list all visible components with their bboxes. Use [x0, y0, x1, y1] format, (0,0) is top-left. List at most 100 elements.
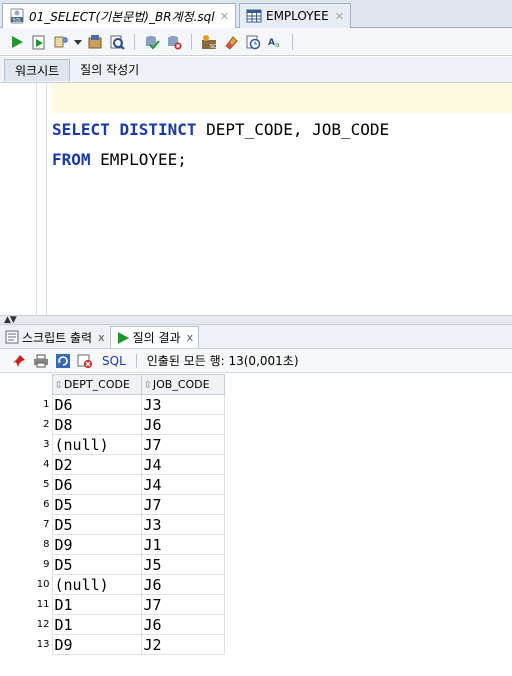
tab-query-result[interactable]: 질의 결과 x: [109, 326, 200, 348]
cell-dept-code[interactable]: (null): [51, 434, 142, 455]
table-row[interactable]: 5 D6 J4: [0, 474, 225, 495]
clear-eraser-icon[interactable]: [222, 33, 240, 51]
sql-file-icon: SQL: [9, 8, 25, 24]
tab-label: EMPLOYEE: [266, 9, 329, 23]
print-icon[interactable]: [32, 352, 50, 370]
cell-dept-code[interactable]: D9: [51, 634, 142, 655]
row-number: 13: [0, 634, 53, 655]
table-row[interactable]: 2 D8 J6: [0, 414, 225, 435]
current-line-highlight: [51, 83, 512, 113]
dropdown-arrow-icon[interactable]: [74, 33, 82, 51]
svg-text:a: a: [275, 41, 279, 49]
tab-label: 질의 결과: [132, 331, 181, 345]
cell-job-code[interactable]: J7: [140, 434, 225, 455]
format-case-icon[interactable]: Aa: [266, 33, 284, 51]
close-icon[interactable]: ✕: [335, 10, 344, 23]
table-row[interactable]: 11 D1 J7: [0, 594, 225, 615]
row-number: 8: [0, 534, 53, 555]
refresh-icon[interactable]: [54, 352, 72, 370]
row-number: 11: [0, 594, 53, 615]
column-header-dept-code[interactable]: ⇳DEPT_CODE: [51, 374, 142, 395]
commit-icon[interactable]: [86, 33, 104, 51]
cell-dept-code[interactable]: D1: [51, 594, 142, 615]
row-number: 7: [0, 514, 53, 535]
cell-job-code[interactable]: J6: [140, 414, 225, 435]
table-row[interactable]: 8 D9 J1: [0, 534, 225, 555]
tab-employee[interactable]: EMPLOYEE ✕: [239, 3, 351, 28]
script-output-icon: [5, 330, 19, 344]
table-row[interactable]: 12 D1 J6: [0, 614, 225, 635]
run-script-icon[interactable]: [30, 33, 48, 51]
keyword: FROM: [52, 150, 91, 169]
sort-icon: ⇳: [143, 380, 152, 391]
autotrace-icon[interactable]: [52, 33, 70, 51]
close-icon[interactable]: x: [98, 331, 105, 344]
column-header-job-code[interactable]: ⇳JOB_CODE: [140, 374, 225, 395]
row-number: 6: [0, 494, 53, 515]
cell-job-code[interactable]: J3: [140, 394, 225, 415]
pane-splitter[interactable]: ▲▼: [0, 315, 512, 325]
cell-dept-code[interactable]: D9: [51, 534, 142, 555]
cell-job-code[interactable]: J6: [140, 614, 225, 635]
row-number: 4: [0, 454, 53, 475]
table-row[interactable]: 4 D2 J4: [0, 454, 225, 475]
sql-editor[interactable]: SELECT DISTINCT DEPT_CODE, JOB_CODE FROM…: [0, 83, 512, 315]
cell-job-code[interactable]: J3: [140, 514, 225, 535]
editor-tab-bar: SQL 01_SELECT(기본문법)_BR계정.sql ✕ EMPLOYEE …: [0, 0, 512, 28]
cell-dept-code[interactable]: (null): [51, 574, 142, 595]
tuning-icon[interactable]: SQL: [200, 33, 218, 51]
cell-job-code[interactable]: J1: [140, 534, 225, 555]
tab-worksheet[interactable]: 워크시트: [4, 58, 71, 81]
rollback-x-icon[interactable]: [165, 33, 183, 51]
toolbar-separator: [292, 33, 293, 50]
cell-job-code[interactable]: J5: [140, 554, 225, 575]
table-row[interactable]: 1 D6 J3: [0, 394, 225, 415]
cell-dept-code[interactable]: D5: [51, 494, 142, 515]
row-number: 10: [0, 574, 53, 595]
cell-dept-code[interactable]: D5: [51, 554, 142, 575]
row-number: 3: [0, 434, 53, 455]
table-row[interactable]: 7 D5 J3: [0, 514, 225, 535]
table-row[interactable]: 10 (null) J6: [0, 574, 225, 595]
cell-job-code[interactable]: J4: [140, 474, 225, 495]
sort-icon: ⇳: [54, 380, 63, 391]
row-number: 1: [0, 394, 53, 415]
run-statement-icon[interactable]: [8, 33, 26, 51]
sql-button[interactable]: SQL: [102, 354, 126, 368]
tab-label: 01_SELECT(기본문법)_BR계정.sql: [29, 9, 215, 24]
close-icon[interactable]: ✕: [220, 10, 229, 23]
row-number: 2: [0, 414, 53, 435]
row-number: 9: [0, 554, 53, 575]
close-icon[interactable]: x: [187, 331, 194, 344]
cell-job-code[interactable]: J7: [140, 494, 225, 515]
table-row[interactable]: 9 D5 J5: [0, 554, 225, 575]
result-grid[interactable]: ⇳DEPT_CODE ⇳JOB_CODE 1 D6 J3 2 D8 J6 3 (null) J7…: [0, 374, 225, 655]
history-icon[interactable]: [244, 33, 262, 51]
cell-dept-code[interactable]: D5: [51, 514, 142, 535]
table-row[interactable]: 3 (null) J7: [0, 434, 225, 455]
tab-query-builder[interactable]: 질의 작성기: [70, 59, 149, 81]
collapse-arrows-icon[interactable]: ▲▼: [4, 315, 17, 325]
tab-script-output[interactable]: 스크립트 출력 x: [0, 326, 110, 348]
rollback-icon[interactable]: [108, 33, 126, 51]
pin-icon[interactable]: [10, 352, 28, 370]
cell-dept-code[interactable]: D2: [51, 454, 142, 475]
cell-dept-code[interactable]: D6: [51, 394, 142, 415]
table-row[interactable]: 13 D9 J2: [0, 634, 225, 655]
table-row[interactable]: 6 D5 J7: [0, 494, 225, 515]
cell-job-code[interactable]: J7: [140, 594, 225, 615]
run-icon: [116, 331, 130, 345]
commit-check-icon[interactable]: [143, 33, 161, 51]
cell-job-code[interactable]: J4: [140, 454, 225, 475]
cell-job-code[interactable]: J2: [140, 634, 225, 655]
cell-dept-code[interactable]: D8: [51, 414, 142, 435]
gutter-divider: [46, 83, 47, 315]
keyword: DISTINCT: [119, 120, 197, 139]
cell-dept-code[interactable]: D6: [51, 474, 142, 495]
tab-sql-worksheet[interactable]: SQL 01_SELECT(기본문법)_BR계정.sql ✕: [2, 3, 236, 28]
code-text: DEPT_CODE, JOB_CODE: [196, 120, 390, 139]
code-line: SELECT DISTINCT DEPT_CODE, JOB_CODE: [52, 120, 389, 139]
cell-dept-code[interactable]: D1: [51, 614, 142, 635]
cell-job-code[interactable]: J6: [140, 574, 225, 595]
cancel-fetch-icon[interactable]: [76, 352, 94, 370]
